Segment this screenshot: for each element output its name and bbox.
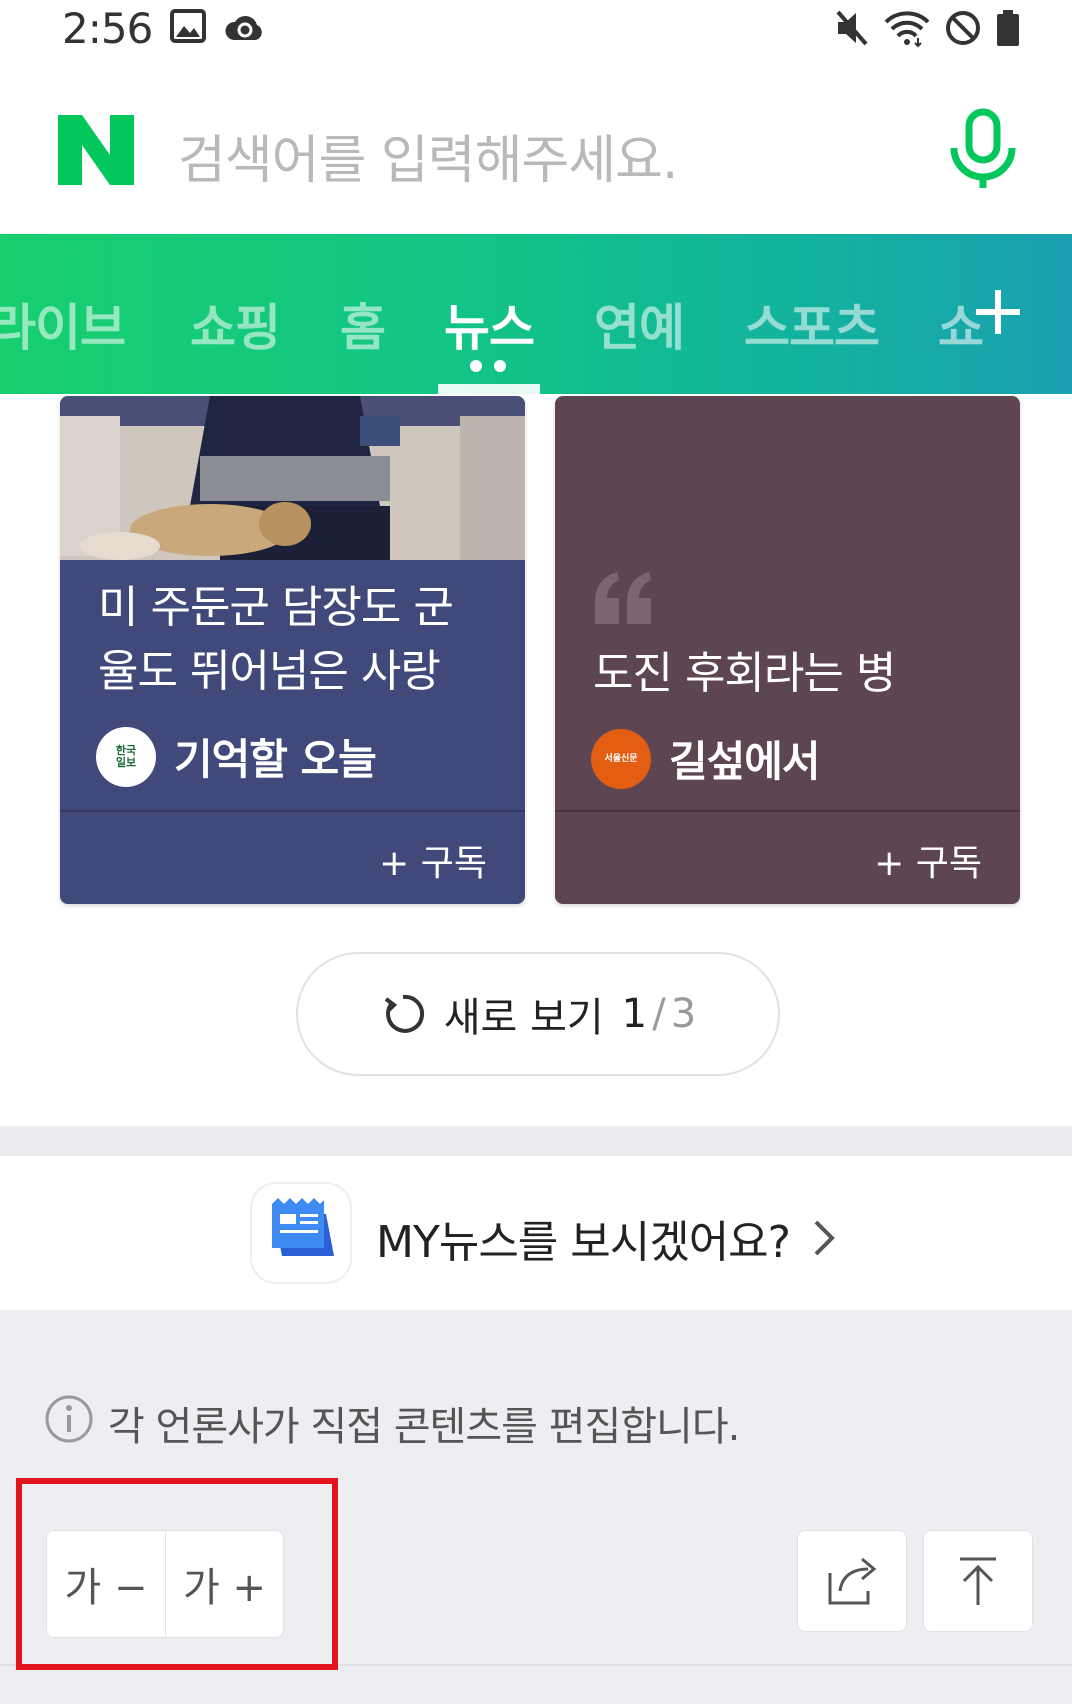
seoul-shinmun-logo: 서울신문 (591, 728, 651, 789)
tab-sports[interactable]: 스포츠 (744, 288, 880, 360)
refresh-button[interactable]: 새로 보기 1 / 3 (296, 952, 780, 1076)
card-source: 서울신문 길섶에서 (591, 728, 821, 789)
voice-search-button[interactable] (946, 108, 1020, 192)
mynews-icon (250, 1182, 352, 1284)
tab-page-dots (470, 360, 506, 372)
do-not-disturb-icon (946, 11, 980, 45)
card-title-line1: 도진 후회라는 병 (593, 648, 896, 699)
mynews-prompt-text[interactable]: MY뉴스를 보시겠어요? (376, 1206, 791, 1270)
arrow-up-to-top-icon (960, 1557, 996, 1605)
news-card[interactable]: 도진 후회라는 병 서울신문 길섶에서 + 구독 (555, 396, 1020, 904)
card-photo (60, 396, 525, 560)
scroll-to-top-button[interactable] (923, 1530, 1033, 1632)
tab-live[interactable]: 라이브 (0, 288, 126, 360)
info-icon (44, 1394, 94, 1444)
refresh-current-page: 1 (621, 991, 648, 1037)
card-source: 한국 일보 기억할 오늘 (96, 726, 377, 787)
card-divider (555, 810, 1020, 812)
tab-news[interactable]: 뉴스 (444, 288, 535, 360)
wifi-icon (884, 11, 930, 48)
share-icon (828, 1557, 877, 1605)
refresh-label: 새로 보기 (443, 995, 604, 1041)
cloud-sync-icon (225, 16, 262, 40)
font-decrease-label: 가 − (64, 1565, 148, 1611)
battery-icon (997, 10, 1019, 46)
hankook-ilbo-logo: 한국 일보 (96, 726, 156, 787)
share-button[interactable] (797, 1530, 907, 1632)
add-tab-button[interactable] (972, 286, 1024, 338)
naver-logo[interactable] (58, 115, 134, 185)
active-tab-indicator (438, 384, 540, 394)
subscribe-button[interactable]: + 구독 (874, 834, 982, 886)
tab-home[interactable]: 홈 (340, 288, 386, 360)
search-input[interactable]: 검색어를 입력해주세요. (178, 118, 678, 193)
plus-icon (976, 290, 1020, 334)
refresh-icon (384, 994, 424, 1033)
quote-mark-icon (595, 572, 651, 624)
card-title-line2: 율도 뛰어넘은 사랑 (98, 646, 441, 697)
mute-icon (836, 10, 868, 46)
news-card[interactable]: 미 주둔군 담장도 군 율도 뛰어넘은 사랑 한국 일보 기억할 오늘 + 구독 (60, 396, 525, 904)
chevron-right-icon (812, 1218, 838, 1258)
refresh-separator: / (652, 991, 666, 1037)
refresh-total-pages: 3 (670, 991, 697, 1037)
font-increase-label: 가 + (182, 1565, 267, 1611)
font-increase-button[interactable]: 가 + (165, 1530, 284, 1638)
tab-shopping[interactable]: 쇼핑 (190, 288, 281, 360)
microphone-icon (950, 108, 1016, 188)
source-column-name: 길섶에서 (669, 737, 821, 786)
subscribe-button[interactable]: + 구독 (379, 834, 487, 886)
image-notification-icon (170, 9, 206, 43)
font-decrease-button[interactable]: 가 − (46, 1530, 166, 1638)
source-column-name: 기억할 오늘 (174, 735, 377, 784)
category-tab-bar: 라이브 쇼핑 홈 뉴스 연예 스포츠 쇼 (0, 234, 1072, 394)
status-bar: 2:56 (0, 0, 1072, 60)
bottom-divider (0, 1664, 1072, 1666)
status-left-icons (170, 8, 266, 44)
tab-entertainment[interactable]: 연예 (594, 288, 685, 360)
editorial-info-text: 각 언론사가 직접 콘텐츠를 편집합니다. (108, 1404, 740, 1450)
status-time: 2:56 (62, 4, 153, 53)
status-right-icons (834, 8, 1020, 48)
card-title-line1: 미 주둔군 담장도 군 (98, 582, 454, 633)
footer-area (0, 1310, 1072, 1704)
section-separator (0, 1126, 1072, 1156)
card-divider (60, 810, 525, 812)
